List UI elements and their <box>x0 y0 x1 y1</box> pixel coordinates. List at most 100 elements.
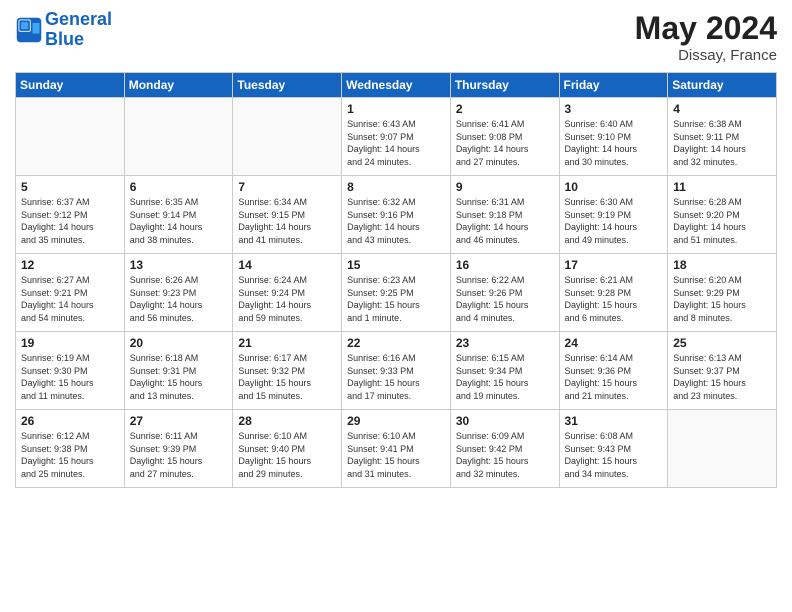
calendar-cell: 24 Sunrise: 6:14 AM Sunset: 9:36 PM Dayli… <box>559 332 668 410</box>
calendar-cell: 30 Sunrise: 6:09 AM Sunset: 9:42 PM Dayli… <box>450 410 559 488</box>
day-number: 26 <box>21 414 119 428</box>
day-header: Thursday <box>450 73 559 98</box>
calendar-cell: 14 Sunrise: 6:24 AM Sunset: 9:24 PM Dayli… <box>233 254 342 332</box>
day-info: Sunrise: 6:41 AM Sunset: 9:08 PM Dayligh… <box>456 118 554 168</box>
calendar-cell: 8 Sunrise: 6:32 AM Sunset: 9:16 PM Daylig… <box>342 176 451 254</box>
calendar-cell: 4 Sunrise: 6:38 AM Sunset: 9:11 PM Daylig… <box>668 98 777 176</box>
day-info: Sunrise: 6:38 AM Sunset: 9:11 PM Dayligh… <box>673 118 771 168</box>
logo: General Blue <box>15 10 112 50</box>
day-info: Sunrise: 6:30 AM Sunset: 9:19 PM Dayligh… <box>565 196 663 246</box>
day-info: Sunrise: 6:34 AM Sunset: 9:15 PM Dayligh… <box>238 196 336 246</box>
day-number: 8 <box>347 180 445 194</box>
day-info: Sunrise: 6:09 AM Sunset: 9:42 PM Dayligh… <box>456 430 554 480</box>
calendar-cell: 11 Sunrise: 6:28 AM Sunset: 9:20 PM Dayli… <box>668 176 777 254</box>
page: General Blue May 2024 Dissay, France Sun… <box>0 0 792 612</box>
day-number: 2 <box>456 102 554 116</box>
calendar-week-row: 19Sunrise: 6:19 AM Sunset: 9:30 PM Dayli… <box>16 332 777 410</box>
day-info: Sunrise: 6:12 AM Sunset: 9:38 PM Dayligh… <box>21 430 119 480</box>
calendar-cell: 26 Sunrise: 6:12 AM Sunset: 9:38 PM Dayli… <box>16 410 125 488</box>
calendar-cell: 19Sunrise: 6:19 AM Sunset: 9:30 PM Dayli… <box>16 332 125 410</box>
day-info: Sunrise: 6:14 AM Sunset: 9:36 PM Dayligh… <box>565 352 663 402</box>
day-number: 3 <box>565 102 663 116</box>
day-number: 1 <box>347 102 445 116</box>
day-info: Sunrise: 6:28 AM Sunset: 9:20 PM Dayligh… <box>673 196 771 246</box>
day-info: Sunrise: 6:32 AM Sunset: 9:16 PM Dayligh… <box>347 196 445 246</box>
day-info: Sunrise: 6:24 AM Sunset: 9:24 PM Dayligh… <box>238 274 336 324</box>
day-number: 23 <box>456 336 554 350</box>
day-info: Sunrise: 6:17 AM Sunset: 9:32 PM Dayligh… <box>238 352 336 402</box>
header: General Blue May 2024 Dissay, France <box>15 10 777 64</box>
calendar-cell: 23 Sunrise: 6:15 AM Sunset: 9:34 PM Dayli… <box>450 332 559 410</box>
calendar-cell <box>124 98 233 176</box>
day-number: 28 <box>238 414 336 428</box>
day-header: Friday <box>559 73 668 98</box>
calendar-cell: 31Sunrise: 6:08 AM Sunset: 9:43 PM Dayli… <box>559 410 668 488</box>
calendar-cell: 13Sunrise: 6:26 AM Sunset: 9:23 PM Dayli… <box>124 254 233 332</box>
day-number: 19 <box>21 336 119 350</box>
calendar-week-row: 1 Sunrise: 6:43 AM Sunset: 9:07 PM Daylig… <box>16 98 777 176</box>
day-header: Sunday <box>16 73 125 98</box>
day-info: Sunrise: 6:22 AM Sunset: 9:26 PM Dayligh… <box>456 274 554 324</box>
day-number: 12 <box>21 258 119 272</box>
day-info: Sunrise: 6:40 AM Sunset: 9:10 PM Dayligh… <box>565 118 663 168</box>
calendar-cell: 25 Sunrise: 6:13 AM Sunset: 9:37 PM Dayli… <box>668 332 777 410</box>
calendar-header-row: SundayMondayTuesdayWednesdayThursdayFrid… <box>16 73 777 98</box>
calendar-cell: 1 Sunrise: 6:43 AM Sunset: 9:07 PM Daylig… <box>342 98 451 176</box>
day-info: Sunrise: 6:20 AM Sunset: 9:29 PM Dayligh… <box>673 274 771 324</box>
logo-line1: General <box>45 9 112 29</box>
day-number: 16 <box>456 258 554 272</box>
day-number: 7 <box>238 180 336 194</box>
day-number: 29 <box>347 414 445 428</box>
calendar-cell <box>668 410 777 488</box>
day-number: 11 <box>673 180 771 194</box>
day-header: Wednesday <box>342 73 451 98</box>
calendar-cell: 29 Sunrise: 6:10 AM Sunset: 9:41 PM Dayli… <box>342 410 451 488</box>
calendar-title: May 2024 <box>635 10 777 47</box>
day-header: Saturday <box>668 73 777 98</box>
calendar-cell: 7 Sunrise: 6:34 AM Sunset: 9:15 PM Daylig… <box>233 176 342 254</box>
day-number: 4 <box>673 102 771 116</box>
calendar-cell: 3 Sunrise: 6:40 AM Sunset: 9:10 PM Daylig… <box>559 98 668 176</box>
day-info: Sunrise: 6:31 AM Sunset: 9:18 PM Dayligh… <box>456 196 554 246</box>
day-number: 20 <box>130 336 228 350</box>
calendar-week-row: 12Sunrise: 6:27 AM Sunset: 9:21 PM Dayli… <box>16 254 777 332</box>
day-info: Sunrise: 6:08 AM Sunset: 9:43 PM Dayligh… <box>565 430 663 480</box>
logo-line2: Blue <box>45 29 84 49</box>
calendar-week-row: 26 Sunrise: 6:12 AM Sunset: 9:38 PM Dayli… <box>16 410 777 488</box>
day-info: Sunrise: 6:13 AM Sunset: 9:37 PM Dayligh… <box>673 352 771 402</box>
day-number: 24 <box>565 336 663 350</box>
calendar-cell: 10Sunrise: 6:30 AM Sunset: 9:19 PM Dayli… <box>559 176 668 254</box>
title-block: May 2024 Dissay, France <box>635 10 777 64</box>
day-info: Sunrise: 6:35 AM Sunset: 9:14 PM Dayligh… <box>130 196 228 246</box>
day-number: 15 <box>347 258 445 272</box>
calendar-cell <box>16 98 125 176</box>
day-info: Sunrise: 6:43 AM Sunset: 9:07 PM Dayligh… <box>347 118 445 168</box>
day-number: 21 <box>238 336 336 350</box>
day-number: 30 <box>456 414 554 428</box>
calendar-subtitle: Dissay, France <box>635 47 777 64</box>
calendar-cell: 9 Sunrise: 6:31 AM Sunset: 9:18 PM Daylig… <box>450 176 559 254</box>
logo-icon <box>15 16 43 44</box>
day-info: Sunrise: 6:11 AM Sunset: 9:39 PM Dayligh… <box>130 430 228 480</box>
day-number: 13 <box>130 258 228 272</box>
calendar-table: SundayMondayTuesdayWednesdayThursdayFrid… <box>15 72 777 488</box>
day-number: 5 <box>21 180 119 194</box>
calendar-body: 1 Sunrise: 6:43 AM Sunset: 9:07 PM Daylig… <box>16 98 777 488</box>
day-number: 27 <box>130 414 228 428</box>
day-info: Sunrise: 6:15 AM Sunset: 9:34 PM Dayligh… <box>456 352 554 402</box>
day-info: Sunrise: 6:10 AM Sunset: 9:41 PM Dayligh… <box>347 430 445 480</box>
day-info: Sunrise: 6:10 AM Sunset: 9:40 PM Dayligh… <box>238 430 336 480</box>
day-number: 18 <box>673 258 771 272</box>
calendar-cell: 17Sunrise: 6:21 AM Sunset: 9:28 PM Dayli… <box>559 254 668 332</box>
day-number: 25 <box>673 336 771 350</box>
calendar-cell: 6 Sunrise: 6:35 AM Sunset: 9:14 PM Daylig… <box>124 176 233 254</box>
day-number: 9 <box>456 180 554 194</box>
calendar-cell: 16 Sunrise: 6:22 AM Sunset: 9:26 PM Dayli… <box>450 254 559 332</box>
day-number: 14 <box>238 258 336 272</box>
calendar-cell <box>233 98 342 176</box>
calendar-cell: 15Sunrise: 6:23 AM Sunset: 9:25 PM Dayli… <box>342 254 451 332</box>
day-number: 6 <box>130 180 228 194</box>
day-info: Sunrise: 6:21 AM Sunset: 9:28 PM Dayligh… <box>565 274 663 324</box>
day-info: Sunrise: 6:16 AM Sunset: 9:33 PM Dayligh… <box>347 352 445 402</box>
calendar-cell: 5Sunrise: 6:37 AM Sunset: 9:12 PM Daylig… <box>16 176 125 254</box>
